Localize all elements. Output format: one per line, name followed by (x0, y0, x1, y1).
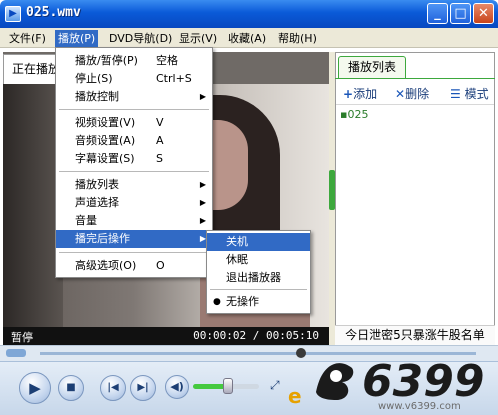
stop-button[interactable]: ■ (58, 375, 84, 401)
volume-level (193, 384, 226, 389)
menu-item-play-pause[interactable]: 播放/暂停(P) 空格 (56, 52, 212, 70)
delete-button[interactable]: ✕删除 (395, 85, 429, 102)
menu-separator (59, 252, 209, 253)
menu-item-label: 音频设置(A) (75, 134, 136, 147)
watermark-logo: 6399 (316, 356, 484, 404)
video-status-bar: 暂停 00:00:02 / 00:05:10 (3, 327, 329, 345)
playlist-tab-underline (335, 78, 495, 79)
playback-state: 暂停 (11, 331, 33, 344)
tab-playlist[interactable]: 播放列表 (338, 56, 406, 78)
menu-separator (59, 109, 209, 110)
submenu-arrow-icon: ▶ (199, 180, 206, 189)
browser-icon[interactable]: e (288, 385, 310, 407)
mode-button[interactable]: ☰ 模式 (450, 85, 489, 102)
menu-bar: 文件(F) 播放(P) DVD导航(D) 显示(V) 收藏(A) 帮助(H) (0, 28, 498, 48)
submenu-arrow-icon: ▶ (199, 216, 206, 225)
menu-item-label: 视频设置(V) (75, 116, 136, 129)
play-button[interactable]: ▶ (19, 372, 51, 404)
add-button[interactable]: +添加 (343, 85, 377, 102)
rewind-handle[interactable] (6, 349, 26, 357)
menu-item-advanced-options[interactable]: 高级选项(O) O (56, 257, 212, 275)
menu-item-no-action[interactable]: ● 无操作 (207, 293, 310, 311)
menu-item-label: 退出播放器 (226, 271, 281, 284)
menu-item-label: 播完后操作 (75, 232, 130, 245)
menu-item-label: 字幕设置(S) (75, 152, 135, 165)
menu-item-label: 休眠 (226, 253, 248, 266)
video-frame-shadow (3, 84, 63, 327)
menu-separator (210, 289, 307, 290)
menu-item-after-play[interactable]: 播完后操作 ▶ (56, 230, 212, 248)
after-play-submenu: 关机 休眠 退出播放器 ● 无操作 (206, 230, 311, 314)
playlist-toolbar: +添加 ✕删除 ☰ 模式 (335, 83, 495, 103)
menu-view[interactable]: 显示(V) (176, 30, 220, 47)
menu-item-audio-settings[interactable]: 音频设置(A) A (56, 132, 212, 150)
volume-knob[interactable] (223, 378, 233, 394)
menu-item-video-settings[interactable]: 视频设置(V) V (56, 114, 212, 132)
menu-item-shortcut: A (156, 134, 164, 147)
submenu-arrow-icon: ▶ (199, 198, 206, 207)
menu-item-shortcut: Ctrl+S (156, 72, 192, 85)
menu-item-label: 播放控制 (75, 90, 119, 103)
menu-item-volume[interactable]: 音量 ▶ (56, 212, 212, 230)
menu-item-label: 无操作 (226, 295, 259, 308)
menu-item-shortcut: S (156, 152, 163, 165)
window-title: 025.wmv (26, 5, 81, 20)
menu-item-label: 播放列表 (75, 178, 119, 191)
svg-text:6399: 6399 (362, 356, 484, 404)
menu-item-shortcut: 空格 (156, 54, 178, 67)
menu-item-label: 关机 (226, 235, 248, 248)
minimize-button[interactable]: _ (427, 3, 448, 24)
watermark-mark-icon (316, 363, 354, 400)
list-item[interactable]: ▪025 (340, 108, 368, 121)
menu-item-stop[interactable]: 停止(S) Ctrl+S (56, 70, 212, 88)
menu-dvd-nav[interactable]: DVD导航(D) (106, 30, 175, 47)
seek-knob[interactable] (296, 348, 306, 358)
menu-item-shutdown[interactable]: 关机 (207, 233, 310, 251)
mode-label: 模式 (464, 87, 489, 101)
playlist-divider (336, 104, 494, 105)
menu-file[interactable]: 文件(F) (6, 30, 49, 47)
menu-item-label: 停止(S) (75, 72, 113, 85)
menu-item-label: 高级选项(O) (75, 259, 137, 272)
submenu-arrow-icon: ▶ (199, 92, 206, 101)
menu-item-label: 播放/暂停(P) (75, 54, 138, 67)
close-button[interactable]: ✕ (473, 3, 494, 24)
fullscreen-icon[interactable]: ⤢ (270, 378, 284, 392)
menu-item-label: 声道选择 (75, 196, 119, 209)
menu-item-playback-control[interactable]: 播放控制 ▶ (56, 88, 212, 106)
menu-item-hibernate[interactable]: 休眠 (207, 251, 310, 269)
add-label: 添加 (353, 87, 378, 101)
list-icon: ☰ (450, 87, 461, 101)
x-icon: ✕ (395, 87, 406, 101)
menu-item-playlist[interactable]: 播放列表 ▶ (56, 176, 212, 194)
media-player-icon[interactable]: ▶ (5, 6, 21, 22)
radio-bullet-icon: ● (213, 297, 221, 307)
plus-icon: + (343, 87, 354, 101)
delete-label: 删除 (405, 87, 430, 101)
menu-separator (59, 171, 209, 172)
menu-item-shortcut: V (156, 116, 164, 129)
menu-item-exit-player[interactable]: 退出播放器 (207, 269, 310, 287)
play-menu: 播放/暂停(P) 空格 停止(S) Ctrl+S 播放控制 ▶ 视频设置(V) V 音频… (55, 47, 213, 278)
volume-icon[interactable]: ◀) (165, 375, 189, 399)
menu-play[interactable]: 播放(P) (55, 30, 99, 47)
maximize-button[interactable]: □ (450, 3, 471, 24)
time-readout: 00:00:02 / 00:05:10 (193, 329, 319, 342)
menu-help[interactable]: 帮助(H) (275, 30, 320, 47)
next-button[interactable]: ▶| (130, 375, 156, 401)
menu-item-channel-select[interactable]: 声道选择 ▶ (56, 194, 212, 212)
ad-banner[interactable]: 今日泄密5只暴涨牛股名单 (335, 325, 495, 345)
menu-item-shortcut: O (156, 259, 165, 272)
menu-item-label: 音量 (75, 214, 97, 227)
list-item-label: 025 (347, 108, 369, 121)
watermark-url: www.v6399.com (378, 401, 461, 412)
menu-favorites[interactable]: 收藏(A) (225, 30, 269, 47)
previous-button[interactable]: |◀ (100, 375, 126, 401)
menu-item-subtitle-settings[interactable]: 字幕设置(S) S (56, 150, 212, 168)
title-bar: ▶ 025.wmv _ □ ✕ (0, 0, 498, 28)
